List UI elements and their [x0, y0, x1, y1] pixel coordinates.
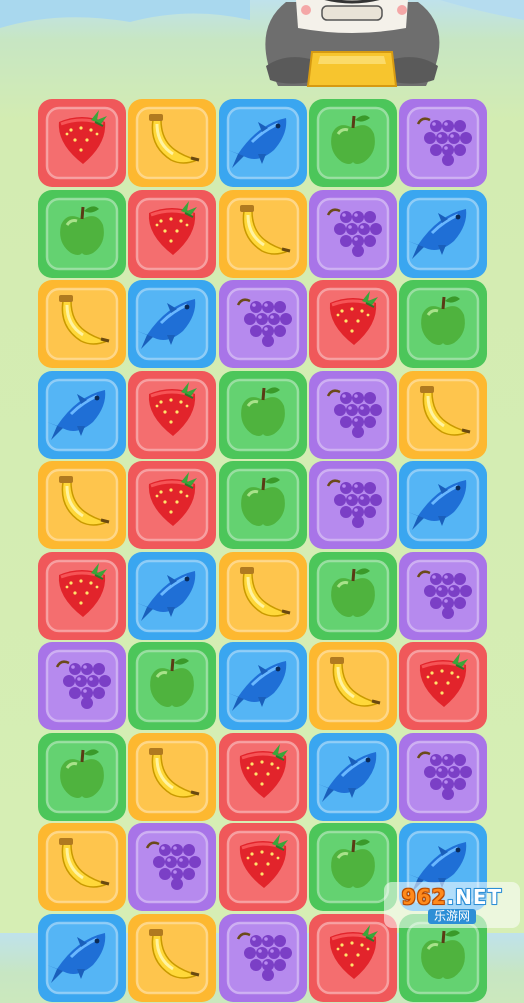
- tile-strawberry[interactable]: [37, 551, 127, 641]
- tile-strawberry[interactable]: [37, 98, 127, 188]
- tile-grapes[interactable]: [398, 98, 488, 188]
- tile-strawberry[interactable]: [308, 279, 398, 369]
- tile-strawberry[interactable]: [218, 822, 308, 912]
- game-board: [0, 0, 524, 1002]
- tile-fish[interactable]: [37, 370, 127, 460]
- tile-apple[interactable]: [127, 641, 217, 731]
- tile-apple[interactable]: [218, 370, 308, 460]
- tile-strawberry[interactable]: [218, 732, 308, 822]
- tile-banana[interactable]: [37, 460, 127, 550]
- tile-strawberry[interactable]: [308, 913, 398, 1003]
- watermark-logo: 962.NET: [402, 886, 502, 908]
- tile-apple[interactable]: [218, 460, 308, 550]
- tile-apple[interactable]: [398, 279, 488, 369]
- tile-banana[interactable]: [37, 822, 127, 912]
- tile-banana[interactable]: [127, 732, 217, 822]
- watermark-subtitle: 乐游网: [427, 909, 476, 924]
- tile-banana[interactable]: [398, 370, 488, 460]
- tile-apple[interactable]: [37, 732, 127, 822]
- tile-grapes[interactable]: [398, 551, 488, 641]
- tile-apple[interactable]: [308, 98, 398, 188]
- watermark-number: 962: [401, 885, 447, 909]
- tile-grapes[interactable]: [218, 279, 308, 369]
- tile-fish[interactable]: [127, 551, 217, 641]
- tile-fish[interactable]: [398, 460, 488, 550]
- tile-banana[interactable]: [218, 189, 308, 279]
- tile-grapes[interactable]: [308, 460, 398, 550]
- tile-fish[interactable]: [37, 913, 127, 1003]
- tile-apple[interactable]: [37, 189, 127, 279]
- tile-fish[interactable]: [218, 98, 308, 188]
- watermark-suffix: .NET: [446, 885, 503, 909]
- tile-strawberry[interactable]: [127, 189, 217, 279]
- tile-grapes[interactable]: [308, 370, 398, 460]
- tile-grapes[interactable]: [398, 732, 488, 822]
- tile-banana[interactable]: [127, 98, 217, 188]
- tile-grapes[interactable]: [218, 913, 308, 1003]
- tile-fish[interactable]: [218, 641, 308, 731]
- tile-strawberry[interactable]: [127, 460, 217, 550]
- tile-fish[interactable]: [398, 189, 488, 279]
- tile-fish[interactable]: [308, 732, 398, 822]
- tile-grapes[interactable]: [37, 641, 127, 731]
- tile-strawberry[interactable]: [398, 641, 488, 731]
- tile-apple[interactable]: [308, 551, 398, 641]
- tile-banana[interactable]: [37, 279, 127, 369]
- tile-grapes[interactable]: [308, 189, 398, 279]
- tile-banana[interactable]: [127, 913, 217, 1003]
- tile-fish[interactable]: [127, 279, 217, 369]
- tile-strawberry[interactable]: [127, 370, 217, 460]
- tile-grapes[interactable]: [127, 822, 217, 912]
- tile-banana[interactable]: [308, 641, 398, 731]
- tile-banana[interactable]: [218, 551, 308, 641]
- site-watermark: 962.NET 乐游网: [384, 882, 520, 928]
